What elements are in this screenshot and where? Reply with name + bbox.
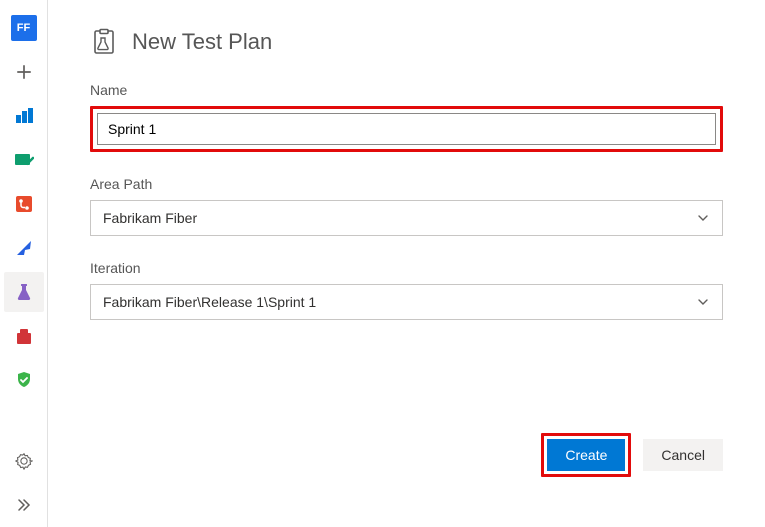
iteration-value: Fabrikam Fiber\Release 1\Sprint 1	[103, 294, 316, 310]
name-input[interactable]	[97, 113, 716, 145]
sidebar-item-expand[interactable]	[4, 485, 44, 525]
name-label: Name	[90, 82, 723, 98]
work-items-icon	[14, 150, 34, 170]
project-logo: FF	[11, 15, 37, 41]
create-highlight: Create	[541, 433, 631, 477]
iteration-dropdown[interactable]: Fabrikam Fiber\Release 1\Sprint 1	[90, 284, 723, 320]
sidebar-item-settings[interactable]	[4, 441, 44, 481]
main-panel: New Test Plan Name Area Path Fabrikam Fi…	[48, 0, 765, 527]
dialog-footer: Create Cancel	[541, 433, 723, 477]
area-path-label: Area Path	[90, 176, 723, 192]
cancel-button[interactable]: Cancel	[643, 439, 723, 471]
test-plan-header-icon	[90, 28, 118, 56]
sidebar-item-repos[interactable]	[4, 184, 44, 224]
chevron-double-right-icon	[16, 497, 32, 513]
create-button[interactable]: Create	[547, 439, 625, 471]
name-highlight	[90, 106, 723, 152]
chevron-down-icon	[696, 211, 710, 225]
field-name: Name	[90, 82, 723, 152]
chevron-down-icon	[696, 295, 710, 309]
sidebar-item-add[interactable]	[4, 52, 44, 92]
repos-icon	[14, 194, 34, 214]
sidebar-item-work-items[interactable]	[4, 140, 44, 180]
sidebar-item-project-home[interactable]: FF	[4, 8, 44, 48]
artifacts-icon	[14, 326, 34, 346]
shield-icon	[14, 370, 34, 390]
gear-icon	[15, 452, 33, 470]
sidebar-item-test-plans[interactable]	[4, 272, 44, 312]
iteration-label: Iteration	[90, 260, 723, 276]
sidebar-item-artifacts[interactable]	[4, 316, 44, 356]
plus-icon	[15, 63, 33, 81]
sidebar-item-boards[interactable]	[4, 96, 44, 136]
area-path-dropdown[interactable]: Fabrikam Fiber	[90, 200, 723, 236]
field-area-path: Area Path Fabrikam Fiber	[90, 176, 723, 236]
area-path-value: Fabrikam Fiber	[103, 210, 197, 226]
pipelines-icon	[14, 238, 34, 258]
field-iteration: Iteration Fabrikam Fiber\Release 1\Sprin…	[90, 260, 723, 320]
sidebar: FF	[0, 0, 48, 527]
sidebar-item-compliance[interactable]	[4, 360, 44, 400]
panel-header: New Test Plan	[90, 28, 723, 56]
boards-icon	[14, 106, 34, 126]
sidebar-item-pipelines[interactable]	[4, 228, 44, 268]
test-plans-icon	[14, 282, 34, 302]
page-title: New Test Plan	[132, 29, 272, 55]
